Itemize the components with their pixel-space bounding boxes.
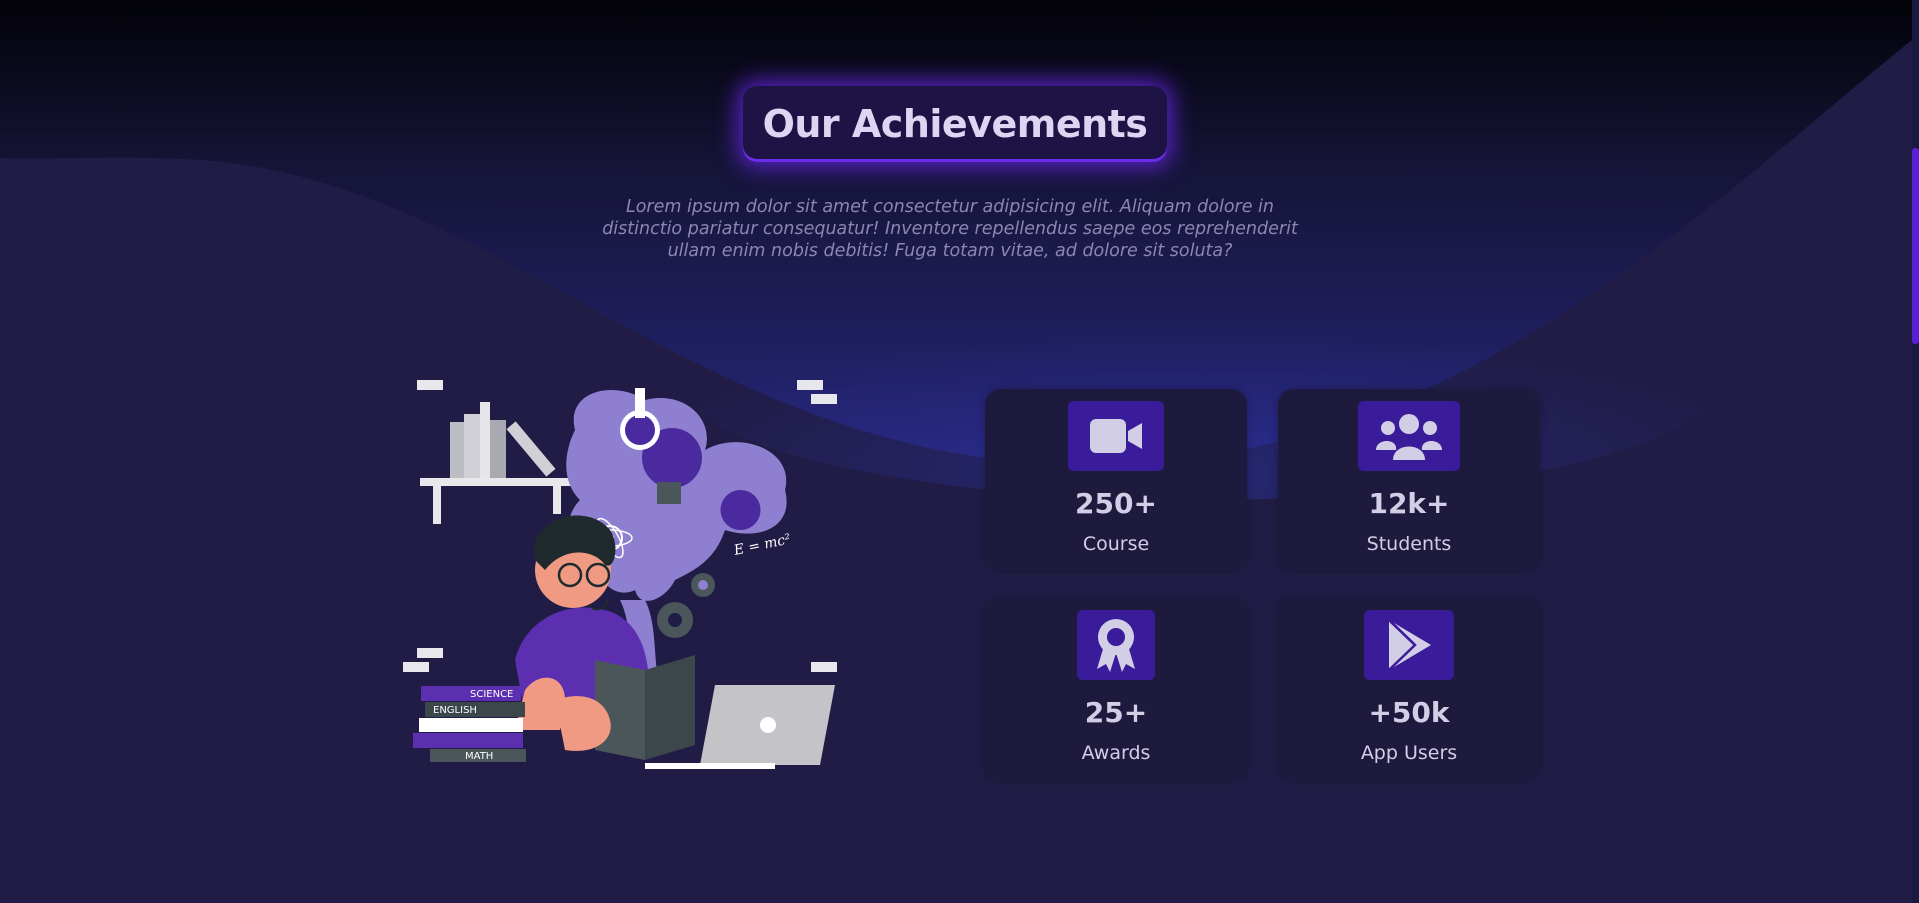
page-scrollbar[interactable] [1912, 0, 1919, 903]
scrollbar-thumb[interactable] [1912, 148, 1919, 344]
stat-card-students: 12k+ Students [1278, 389, 1540, 571]
section-title: Our Achievements [762, 102, 1148, 146]
stat-card-course: 250+ Course [985, 389, 1247, 571]
book-math-label: MATH [465, 751, 493, 762]
stat-value: 25+ [1084, 696, 1148, 729]
stat-label: Course [1082, 533, 1150, 555]
stat-value: 12k+ [1368, 487, 1450, 520]
formula-text: E = mc² [732, 531, 793, 559]
stat-value: +50k [1368, 696, 1450, 729]
stat-label: Students [1366, 533, 1452, 555]
stat-label: Awards [1081, 742, 1151, 764]
stat-value: 250+ [1075, 487, 1157, 520]
video-camera-icon [1068, 401, 1164, 471]
book-science-label: SCIENCE [470, 689, 513, 700]
stat-label: App Users [1360, 742, 1458, 764]
student-study-illustration: E = mc² SCIENCE ENGLISH MATH [403, 380, 837, 769]
stat-card-awards: 25+ Awards [985, 598, 1247, 780]
award-ribbon-icon [1077, 610, 1155, 680]
users-group-icon [1358, 401, 1460, 471]
book-english-label: ENGLISH [433, 705, 477, 716]
stat-card-app-users: +50k App Users [1278, 598, 1540, 780]
google-play-icon [1364, 610, 1454, 680]
section-title-box: Our Achievements [743, 86, 1167, 162]
section-description: Lorem ipsum dolor sit amet consectetur a… [602, 197, 1298, 261]
